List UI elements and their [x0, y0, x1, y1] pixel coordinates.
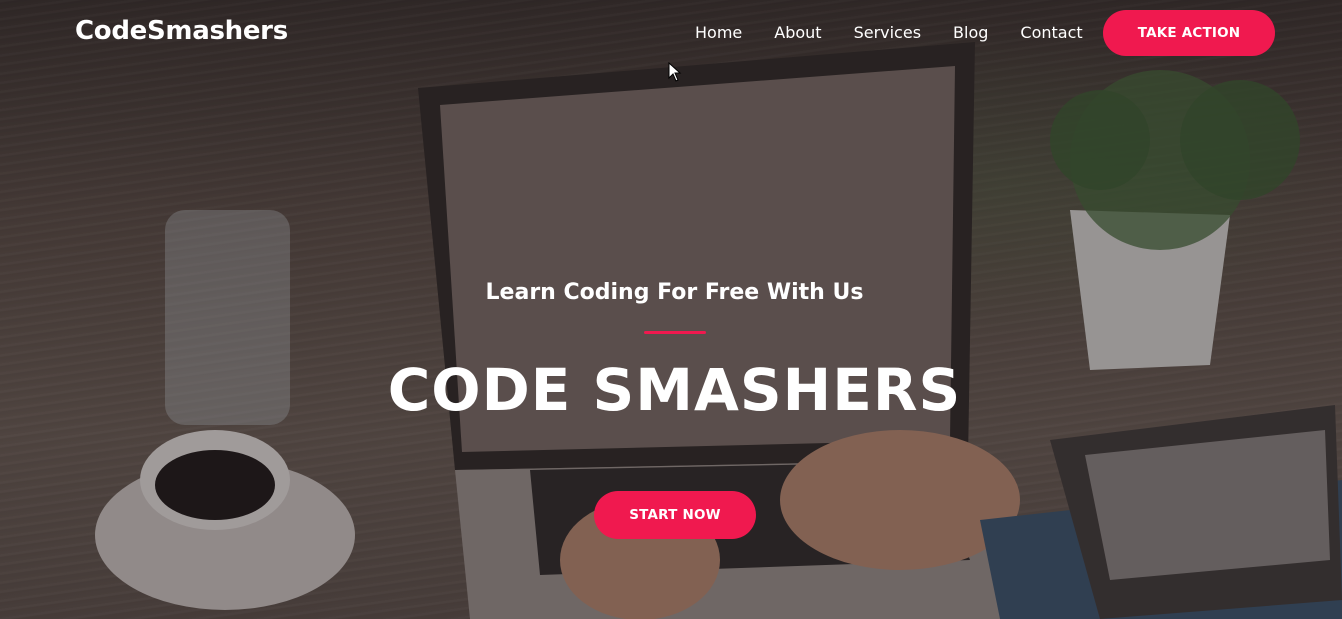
nav-item-about[interactable]: About	[774, 22, 821, 44]
mouse-cursor-icon	[668, 62, 682, 82]
nav-item-blog[interactable]: Blog	[953, 22, 988, 44]
nav-item-contact[interactable]: Contact	[1020, 22, 1082, 44]
start-now-button[interactable]: START NOW	[594, 491, 756, 539]
nav-item-home[interactable]: Home	[695, 22, 742, 44]
nav-item-services[interactable]: Services	[854, 22, 921, 44]
brand-logo[interactable]: CodeSmashers	[75, 16, 288, 46]
main-nav: Home About Services Blog Contact	[695, 22, 1083, 44]
take-action-button[interactable]: TAKE ACTION	[1103, 10, 1275, 56]
hero-divider	[644, 331, 706, 334]
hero-subtitle: Learn Coding For Free With Us	[485, 280, 864, 305]
hero-title: CODE SMASHERS	[387, 356, 962, 424]
